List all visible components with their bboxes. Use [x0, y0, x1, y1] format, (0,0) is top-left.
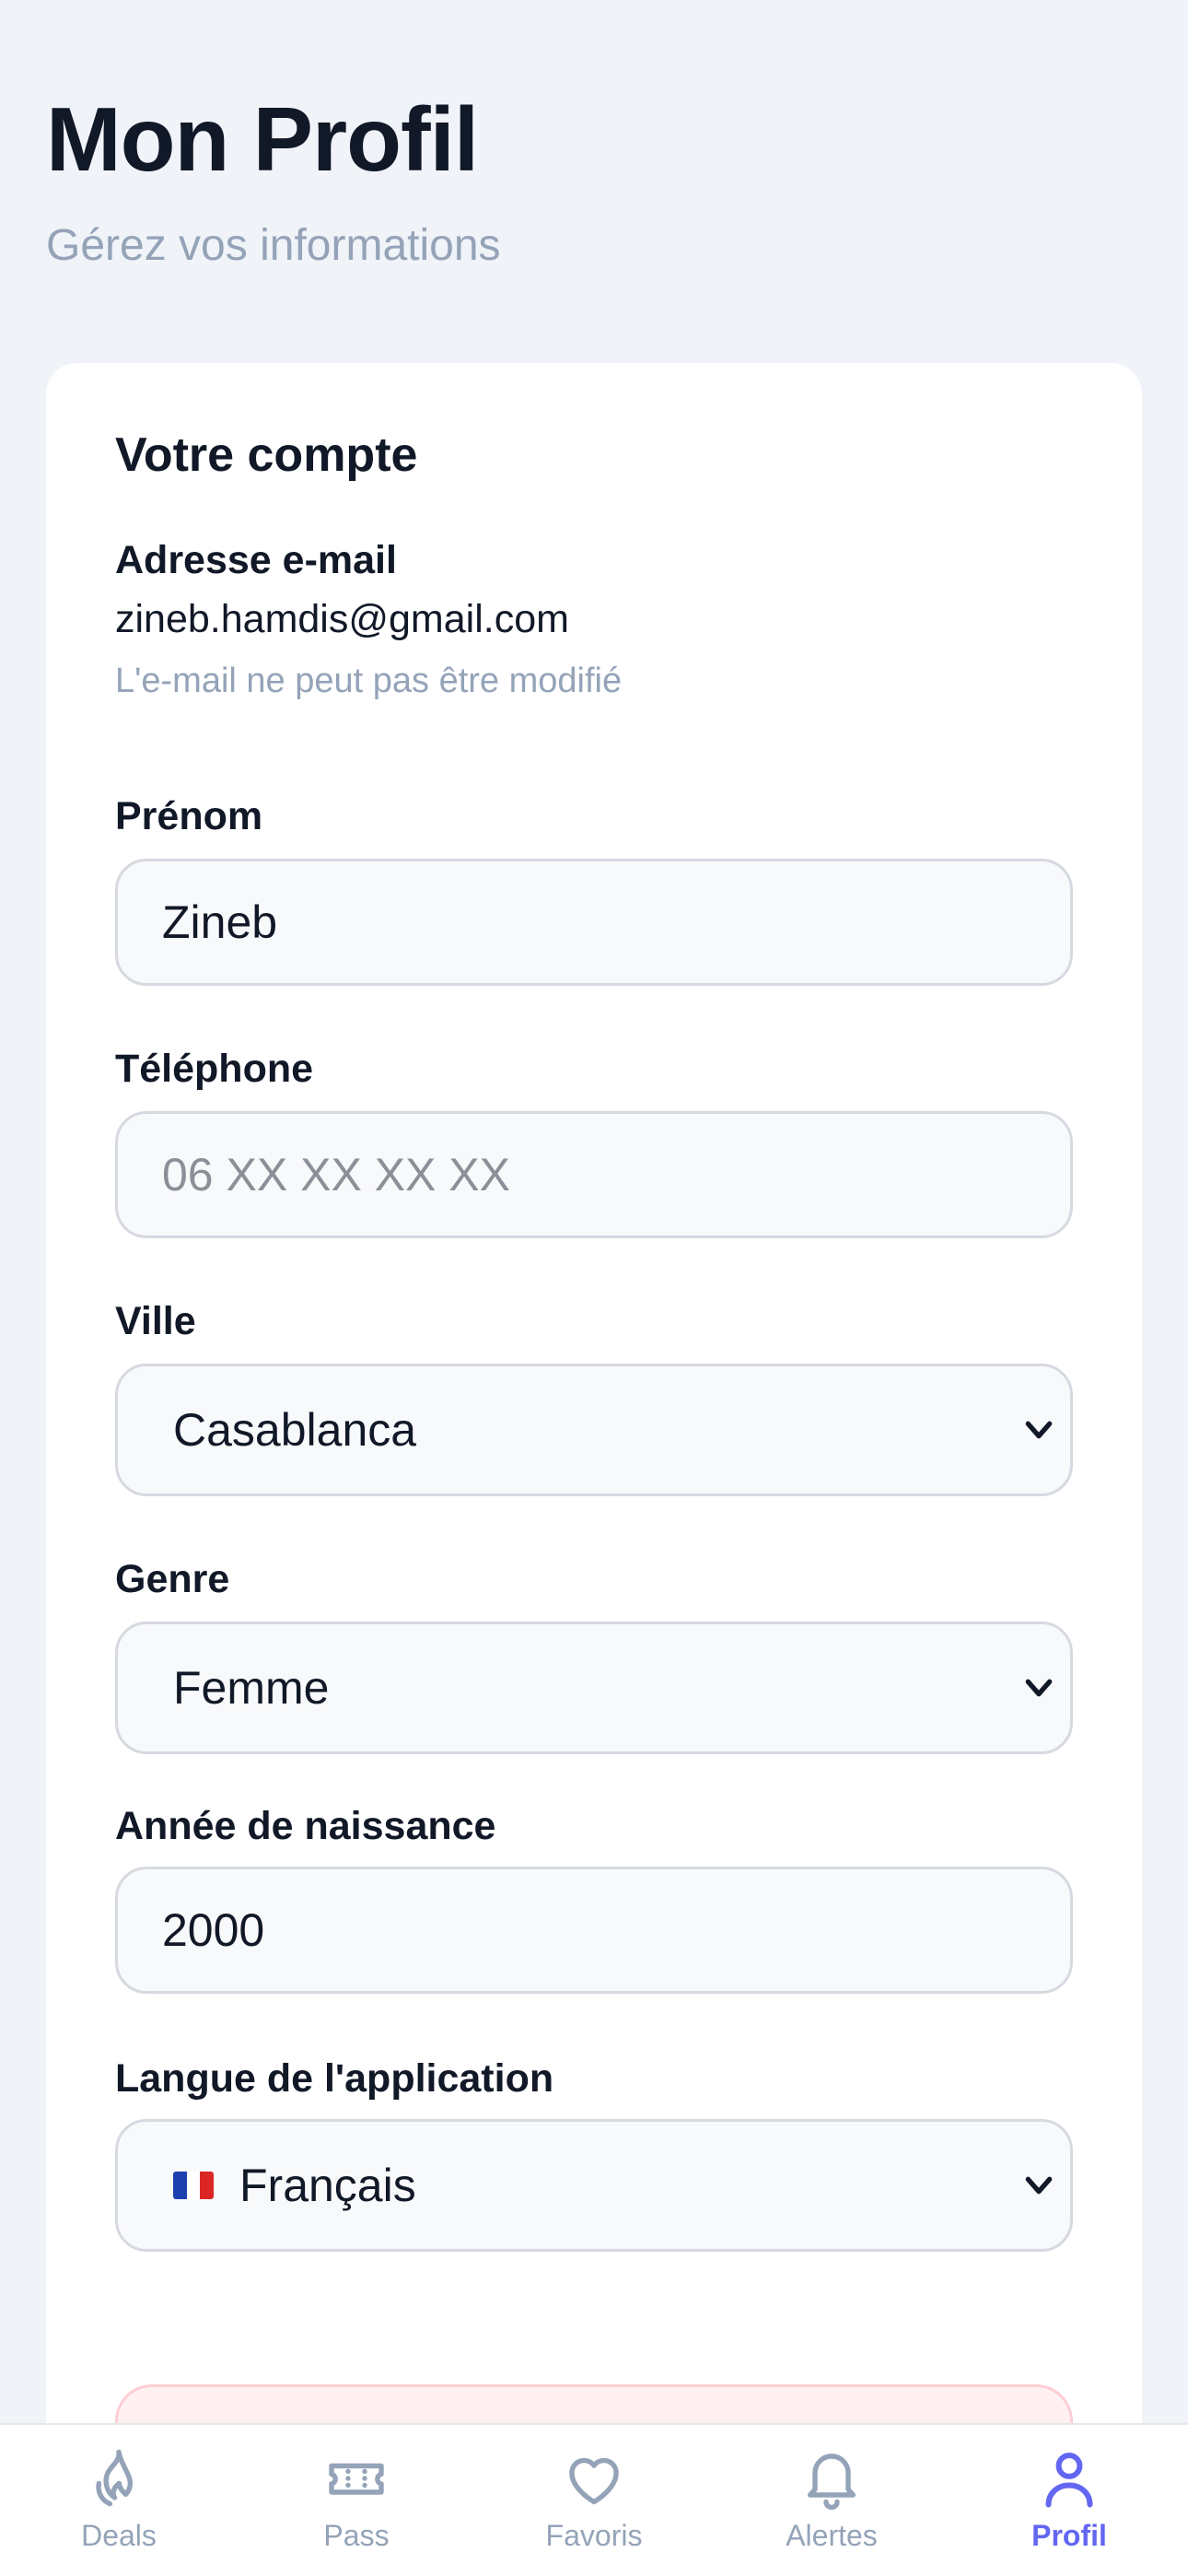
language-value: Français	[239, 2160, 416, 2211]
page-subtitle: Gérez vos informations	[46, 221, 501, 270]
email-label: Adresse e-mail	[115, 538, 397, 582]
phone-field[interactable]: 06 XX XX XX XX	[115, 1111, 1073, 1238]
page-title: Mon Profil	[46, 88, 479, 190]
chevron-down-icon	[1025, 1679, 1053, 1697]
birth-year-value: 2000	[162, 1904, 265, 1956]
city-select[interactable]: Casablanca	[115, 1364, 1073, 1496]
email-hint: L'e-mail ne peut pas être modifié	[115, 662, 623, 700]
profile-screen: Mon Profil Gérez vos informations Votre …	[0, 0, 1188, 2576]
tab-pass[interactable]: Pass	[238, 2425, 475, 2576]
birth-year-label: Année de naissance	[115, 1804, 496, 1848]
gender-select[interactable]: Femme	[115, 1622, 1073, 1754]
flag-france-icon	[173, 2172, 214, 2199]
tab-label: Deals	[81, 2519, 157, 2552]
birth-year-field[interactable]: 2000	[115, 1867, 1073, 1994]
chevron-down-icon	[1025, 2176, 1053, 2195]
account-card: Votre compte Adresse e-mail zineb.hamdis…	[46, 363, 1142, 2574]
section-title: Votre compte	[115, 428, 418, 482]
flame-icon	[96, 2449, 134, 2507]
user-icon	[1045, 2453, 1093, 2508]
tab-favoris[interactable]: Favoris	[475, 2425, 713, 2576]
phone-label: Téléphone	[115, 1047, 314, 1091]
tab-deals[interactable]: Deals	[0, 2425, 238, 2576]
tab-label: Profil	[1031, 2519, 1107, 2552]
language-label: Langue de l'application	[115, 2056, 554, 2101]
email-value: zineb.hamdis@gmail.com	[115, 597, 569, 641]
gender-value: Femme	[173, 1662, 330, 1714]
city-label: Ville	[115, 1299, 196, 1343]
tab-profil[interactable]: Profil	[950, 2425, 1188, 2576]
tab-label: Alertes	[786, 2519, 878, 2552]
phone-placeholder: 06 XX XX XX XX	[162, 1149, 510, 1200]
bottom-tab-bar: Deals Pass Favoris Alertes Profil	[0, 2423, 1188, 2576]
bell-icon	[807, 2453, 856, 2511]
chevron-down-icon	[1025, 1421, 1053, 1439]
first-name-label: Prénom	[115, 794, 263, 838]
language-select[interactable]: Français	[115, 2119, 1073, 2252]
tab-label: Pass	[323, 2519, 390, 2552]
gender-label: Genre	[115, 1557, 230, 1601]
first-name-value: Zineb	[162, 896, 278, 948]
tab-alertes[interactable]: Alertes	[713, 2425, 950, 2576]
tab-label: Favoris	[545, 2519, 643, 2552]
city-value: Casablanca	[173, 1404, 417, 1456]
heart-icon	[569, 2457, 619, 2505]
first-name-field[interactable]: Zineb	[115, 859, 1073, 986]
ticket-icon	[329, 2463, 384, 2495]
